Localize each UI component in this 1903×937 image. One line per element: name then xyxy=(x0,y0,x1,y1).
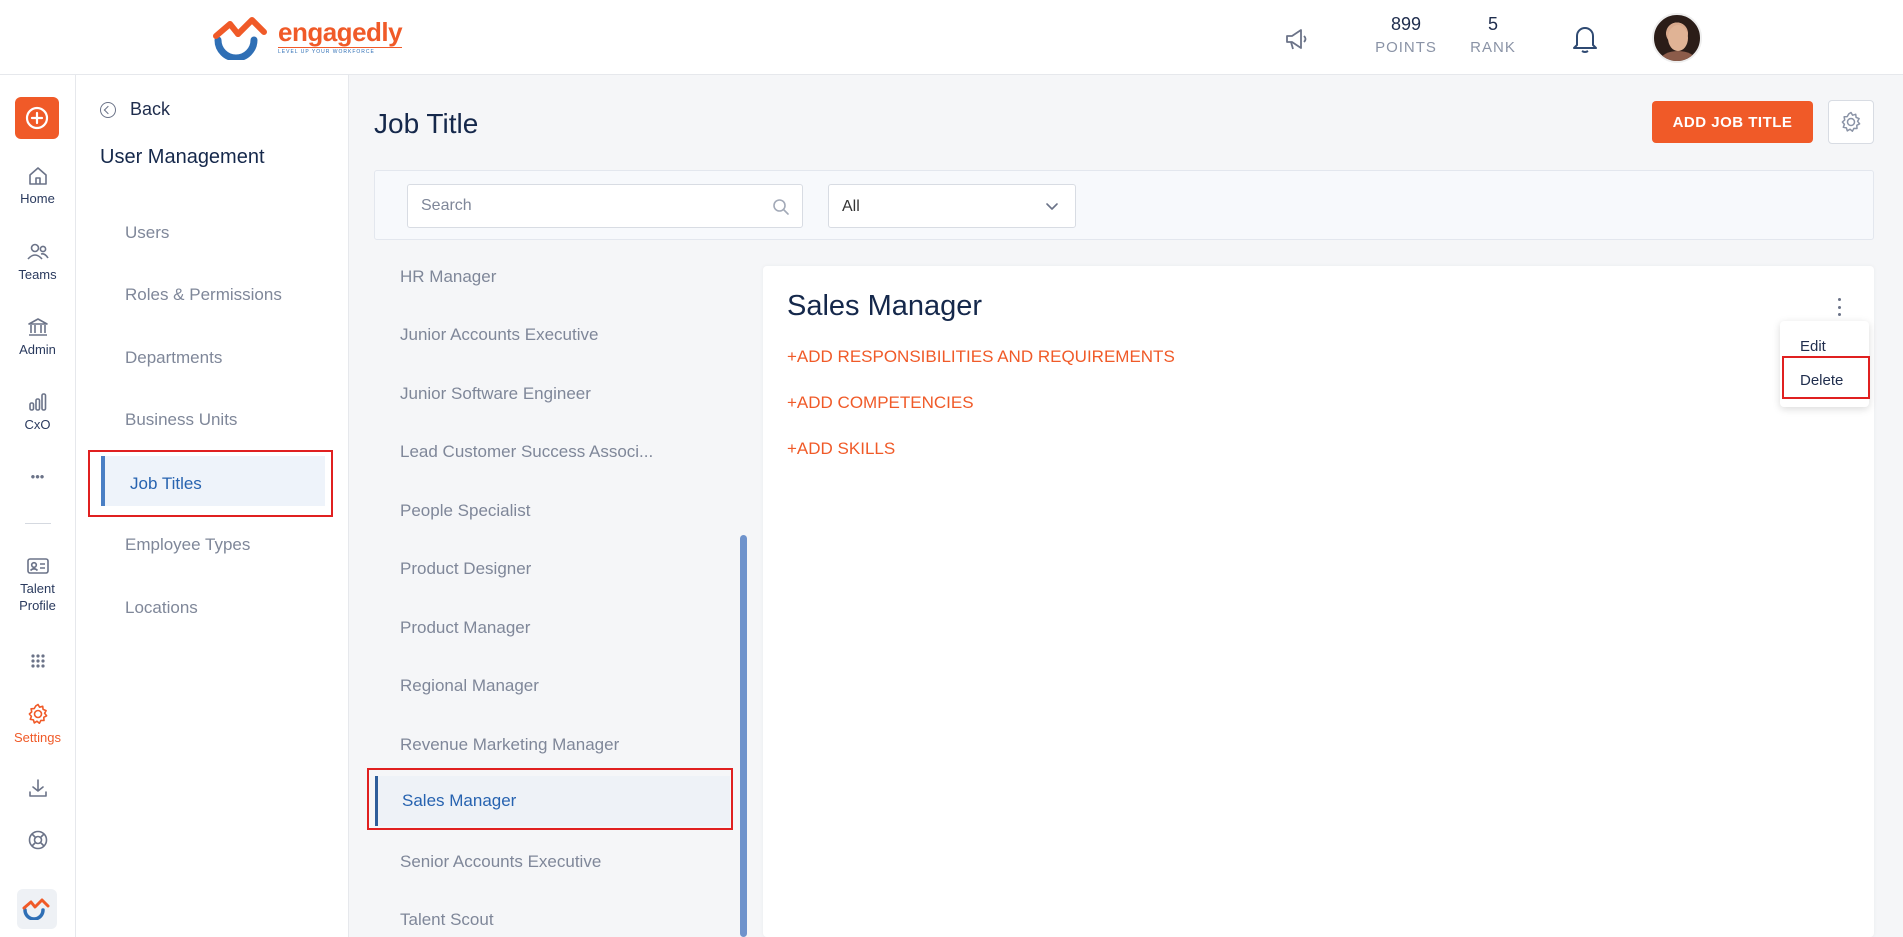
rail-label-teams: Teams xyxy=(18,267,57,282)
highlight-delete-box xyxy=(1782,356,1870,399)
notification-bell-icon[interactable] xyxy=(1570,22,1600,54)
job-list-item[interactable]: Regional Manager xyxy=(374,661,734,711)
submenu-item-users[interactable]: Users xyxy=(125,223,169,243)
user-avatar[interactable] xyxy=(1652,13,1702,63)
settings-gear-icon xyxy=(28,703,47,724)
top-header: engagedly LEVEL UP YOUR WORKFORCE 899 PO… xyxy=(0,0,1903,75)
megaphone-icon[interactable] xyxy=(1283,26,1309,52)
submenu-item-locations[interactable]: Locations xyxy=(125,598,198,618)
points-stat[interactable]: 899 POINTS xyxy=(1358,14,1454,56)
add-responsibilities-link[interactable]: +ADD RESPONSIBILITIES AND REQUIREMENTS xyxy=(787,347,1175,367)
plus-circle-icon xyxy=(25,106,49,130)
job-list-item[interactable]: People Specialist xyxy=(374,486,734,536)
rank-label: RANK xyxy=(1470,39,1516,56)
rail-item-cxo[interactable]: CxO xyxy=(0,391,75,432)
submenu-title: User Management xyxy=(100,146,265,168)
job-list-scrollbar[interactable] xyxy=(740,535,747,937)
rail-more-icon[interactable]: ••• xyxy=(0,469,75,484)
filter-bar: All xyxy=(374,170,1874,240)
job-detail-card: Sales Manager +ADD RESPONSIBILITIES AND … xyxy=(763,266,1874,937)
rail-brand-logo-icon[interactable] xyxy=(17,889,57,929)
edit-menu-item[interactable]: Edit xyxy=(1800,338,1826,355)
search-input[interactable] xyxy=(408,185,802,227)
job-list-item[interactable]: Junior Accounts Executive xyxy=(374,310,734,360)
submenu-item-employee-types[interactable]: Employee Types xyxy=(125,535,250,555)
rail-item-admin[interactable]: Admin xyxy=(0,316,75,357)
id-card-icon xyxy=(26,558,49,574)
rail-item-settings[interactable]: Settings xyxy=(0,702,75,745)
settings-button[interactable] xyxy=(1828,100,1874,144)
rail-label-cxo: CxO xyxy=(24,417,51,432)
rail-label-home: Home xyxy=(20,191,55,206)
filter-select[interactable]: All xyxy=(828,184,1076,228)
job-list-item[interactable]: Lead Customer Success Associ... xyxy=(374,427,734,477)
points-label: POINTS xyxy=(1375,39,1437,56)
back-label: Back xyxy=(130,99,171,119)
submenu-item-business-units[interactable]: Business Units xyxy=(125,410,237,430)
quick-add-button[interactable] xyxy=(15,97,59,139)
more-options-icon[interactable] xyxy=(1833,298,1845,316)
page-title: Job Title xyxy=(374,108,479,139)
bank-icon xyxy=(27,318,48,336)
rail-label-talent-profile: Talent Profile xyxy=(19,581,56,613)
search-icon xyxy=(773,199,789,215)
back-arrow-icon xyxy=(100,101,116,118)
filter-select-value: All xyxy=(842,198,860,215)
download-icon[interactable] xyxy=(0,777,75,803)
rank-value: 5 xyxy=(1487,14,1498,34)
gear-icon xyxy=(1841,111,1861,132)
rank-stat[interactable]: 5 RANK xyxy=(1464,14,1522,56)
highlight-selected-job-box xyxy=(367,768,733,830)
rail-label-admin: Admin xyxy=(19,342,56,357)
highlight-job-titles-box xyxy=(88,450,333,517)
engagedly-logo[interactable]: engagedly LEVEL UP YOUR WORKFORCE xyxy=(212,14,403,62)
submenu-item-roles-permissions[interactable]: Roles & Permissions xyxy=(125,285,282,305)
job-title-list: HR Manager Junior Accounts Executive Jun… xyxy=(374,252,748,937)
search-box xyxy=(407,184,803,228)
rail-item-home[interactable]: Home xyxy=(0,165,75,206)
job-list-item[interactable]: Senior Accounts Executive xyxy=(374,837,734,887)
job-list-item[interactable]: Talent Scout xyxy=(374,895,734,937)
job-list-item[interactable]: Product Manager xyxy=(374,603,734,653)
chevron-down-icon xyxy=(1046,203,1058,210)
job-list-item[interactable]: HR Manager xyxy=(374,252,734,302)
logo-mark-icon xyxy=(212,14,276,62)
points-value: 899 xyxy=(1390,14,1422,34)
rail-divider xyxy=(25,523,51,524)
job-list-item[interactable]: Revenue Marketing Manager xyxy=(374,720,734,770)
job-detail-title: Sales Manager xyxy=(787,290,983,322)
apps-grid-icon[interactable] xyxy=(0,653,75,673)
back-button[interactable]: Back xyxy=(100,99,170,120)
help-lifebuoy-icon[interactable] xyxy=(0,829,75,855)
rail-item-teams[interactable]: Teams xyxy=(0,241,75,282)
bar-chart-icon xyxy=(28,393,46,411)
add-competencies-link[interactable]: +ADD COMPETENCIES xyxy=(787,393,974,413)
logo-wordmark: engagedly xyxy=(278,17,403,47)
rail-label-settings: Settings xyxy=(14,730,61,745)
logo-tagline: LEVEL UP YOUR WORKFORCE xyxy=(278,47,403,55)
submenu-item-departments[interactable]: Departments xyxy=(125,348,222,368)
job-list-item[interactable]: Product Designer xyxy=(374,544,734,594)
job-list-item[interactable]: Junior Software Engineer xyxy=(374,369,734,419)
add-skills-link[interactable]: +ADD SKILLS xyxy=(787,439,895,459)
home-icon xyxy=(28,167,47,185)
left-icon-rail: Home Teams Admin CxO ••• Talent Profile xyxy=(0,75,76,937)
teams-icon xyxy=(26,243,49,260)
rail-item-talent-profile[interactable]: Talent Profile xyxy=(0,556,75,614)
add-job-title-button[interactable]: ADD JOB TITLE xyxy=(1652,101,1813,143)
